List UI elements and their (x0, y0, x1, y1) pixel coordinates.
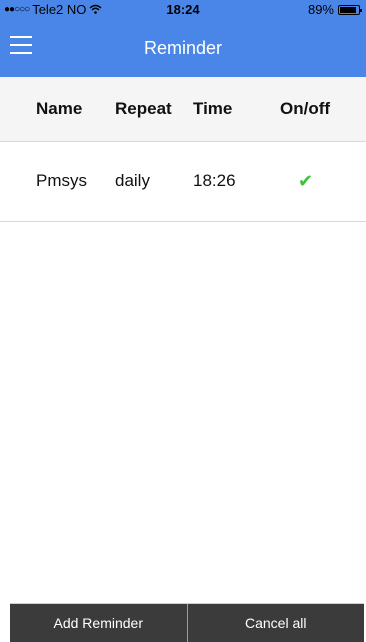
reminder-name: Pmsys (36, 171, 87, 190)
bottom-toolbar: Add Reminder Cancel all (10, 603, 364, 642)
add-reminder-button[interactable]: Add Reminder (10, 604, 187, 642)
reminder-repeat: daily (115, 171, 150, 190)
checkmark-icon[interactable]: ✔ (298, 171, 313, 192)
column-header-time: Time (193, 99, 233, 118)
cancel-all-button[interactable]: Cancel all (186, 604, 364, 642)
table-row[interactable]: Pmsys daily 18:26 ✔ (0, 141, 366, 222)
reminder-time: 18:26 (193, 171, 236, 190)
column-header-onoff: On/off (280, 99, 331, 118)
battery-icon (338, 4, 362, 15)
column-header-name: Name (36, 99, 83, 118)
table-header: Name Repeat Time On/off (0, 77, 366, 142)
status-bar: ●●○○○ Tele2 NO 18:24 89% (0, 0, 366, 20)
battery-fill (340, 6, 357, 13)
page-title: Reminder (143, 38, 223, 58)
battery-percent: 89% (307, 2, 334, 17)
nav-bar: Reminder (0, 20, 366, 77)
column-header-repeat: Repeat (115, 99, 172, 118)
status-right: 89% (307, 2, 362, 17)
